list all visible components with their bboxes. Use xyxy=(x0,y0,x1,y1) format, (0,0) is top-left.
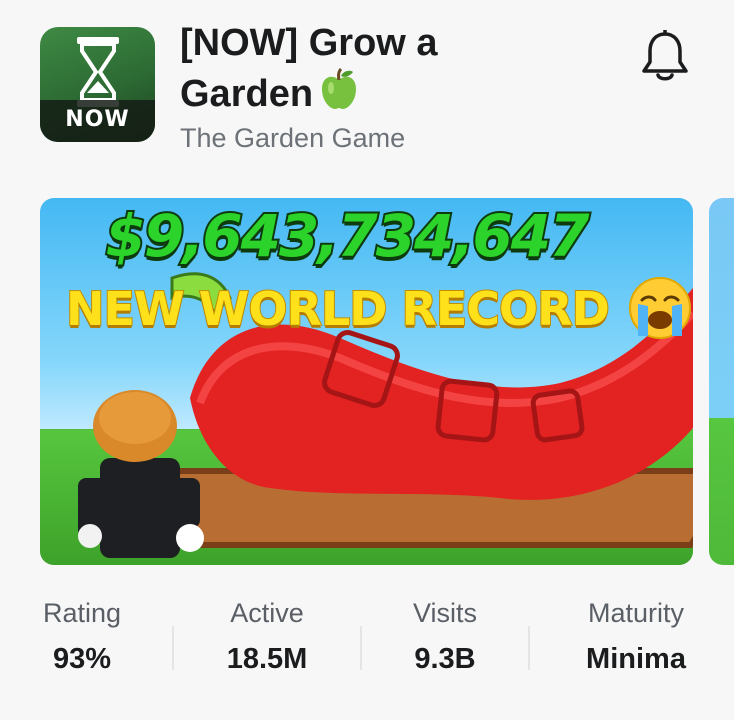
next-thumbnail-preview[interactable] xyxy=(709,198,734,565)
stat-divider xyxy=(360,626,362,670)
game-title: [NOW] Grow a Garden xyxy=(180,18,600,119)
stat-rating-value: 93% xyxy=(52,643,112,675)
stat-visits: Visits 9.3B xyxy=(400,598,490,676)
now-badge: NOW xyxy=(65,107,130,132)
stat-maturity-value: Minima xyxy=(586,643,686,675)
thumbnail-slide[interactable]: $9,643,734,647 NEW WORLD RECORD xyxy=(40,198,693,565)
thumbnail-carousel[interactable]: $9,643,734,647 NEW WORLD RECORD xyxy=(40,198,734,566)
thumbnail-headline: NEW WORLD RECORD xyxy=(65,281,611,337)
game-icon[interactable]: NOW xyxy=(40,27,155,142)
game-title-line2: Garden xyxy=(180,73,314,115)
creator-name[interactable]: The Garden Game xyxy=(180,123,405,154)
hourglass-icon xyxy=(77,37,119,107)
stat-active: Active 18.5M xyxy=(212,598,322,676)
game-header: NOW [NOW] Grow a Garden The Garden Game xyxy=(0,0,734,175)
stat-rating-label: Rating xyxy=(42,598,122,628)
green-apple-icon xyxy=(322,68,357,109)
stat-maturity[interactable]: Maturity Minima xyxy=(574,598,698,676)
bell-icon[interactable] xyxy=(640,30,690,84)
roblox-avatar xyxy=(78,390,204,558)
game-title-line1: [NOW] Grow a xyxy=(180,22,438,64)
stat-active-label: Active xyxy=(230,598,304,628)
stat-divider xyxy=(172,626,174,670)
stat-visits-label: Visits xyxy=(412,598,478,628)
stat-divider xyxy=(528,626,530,670)
stat-maturity-label: Maturity xyxy=(587,598,685,628)
loudly-crying-face-icon xyxy=(629,277,691,339)
thumbnail-amount: $9,643,734,647 xyxy=(103,200,591,272)
stat-visits-value: 9.3B xyxy=(414,643,476,675)
stat-rating: Rating 93% xyxy=(40,598,124,676)
stats-bar: Rating 93% Active 18.5M Visits 9.3B Matu… xyxy=(0,598,734,698)
stat-active-value: 18.5M xyxy=(226,643,308,675)
